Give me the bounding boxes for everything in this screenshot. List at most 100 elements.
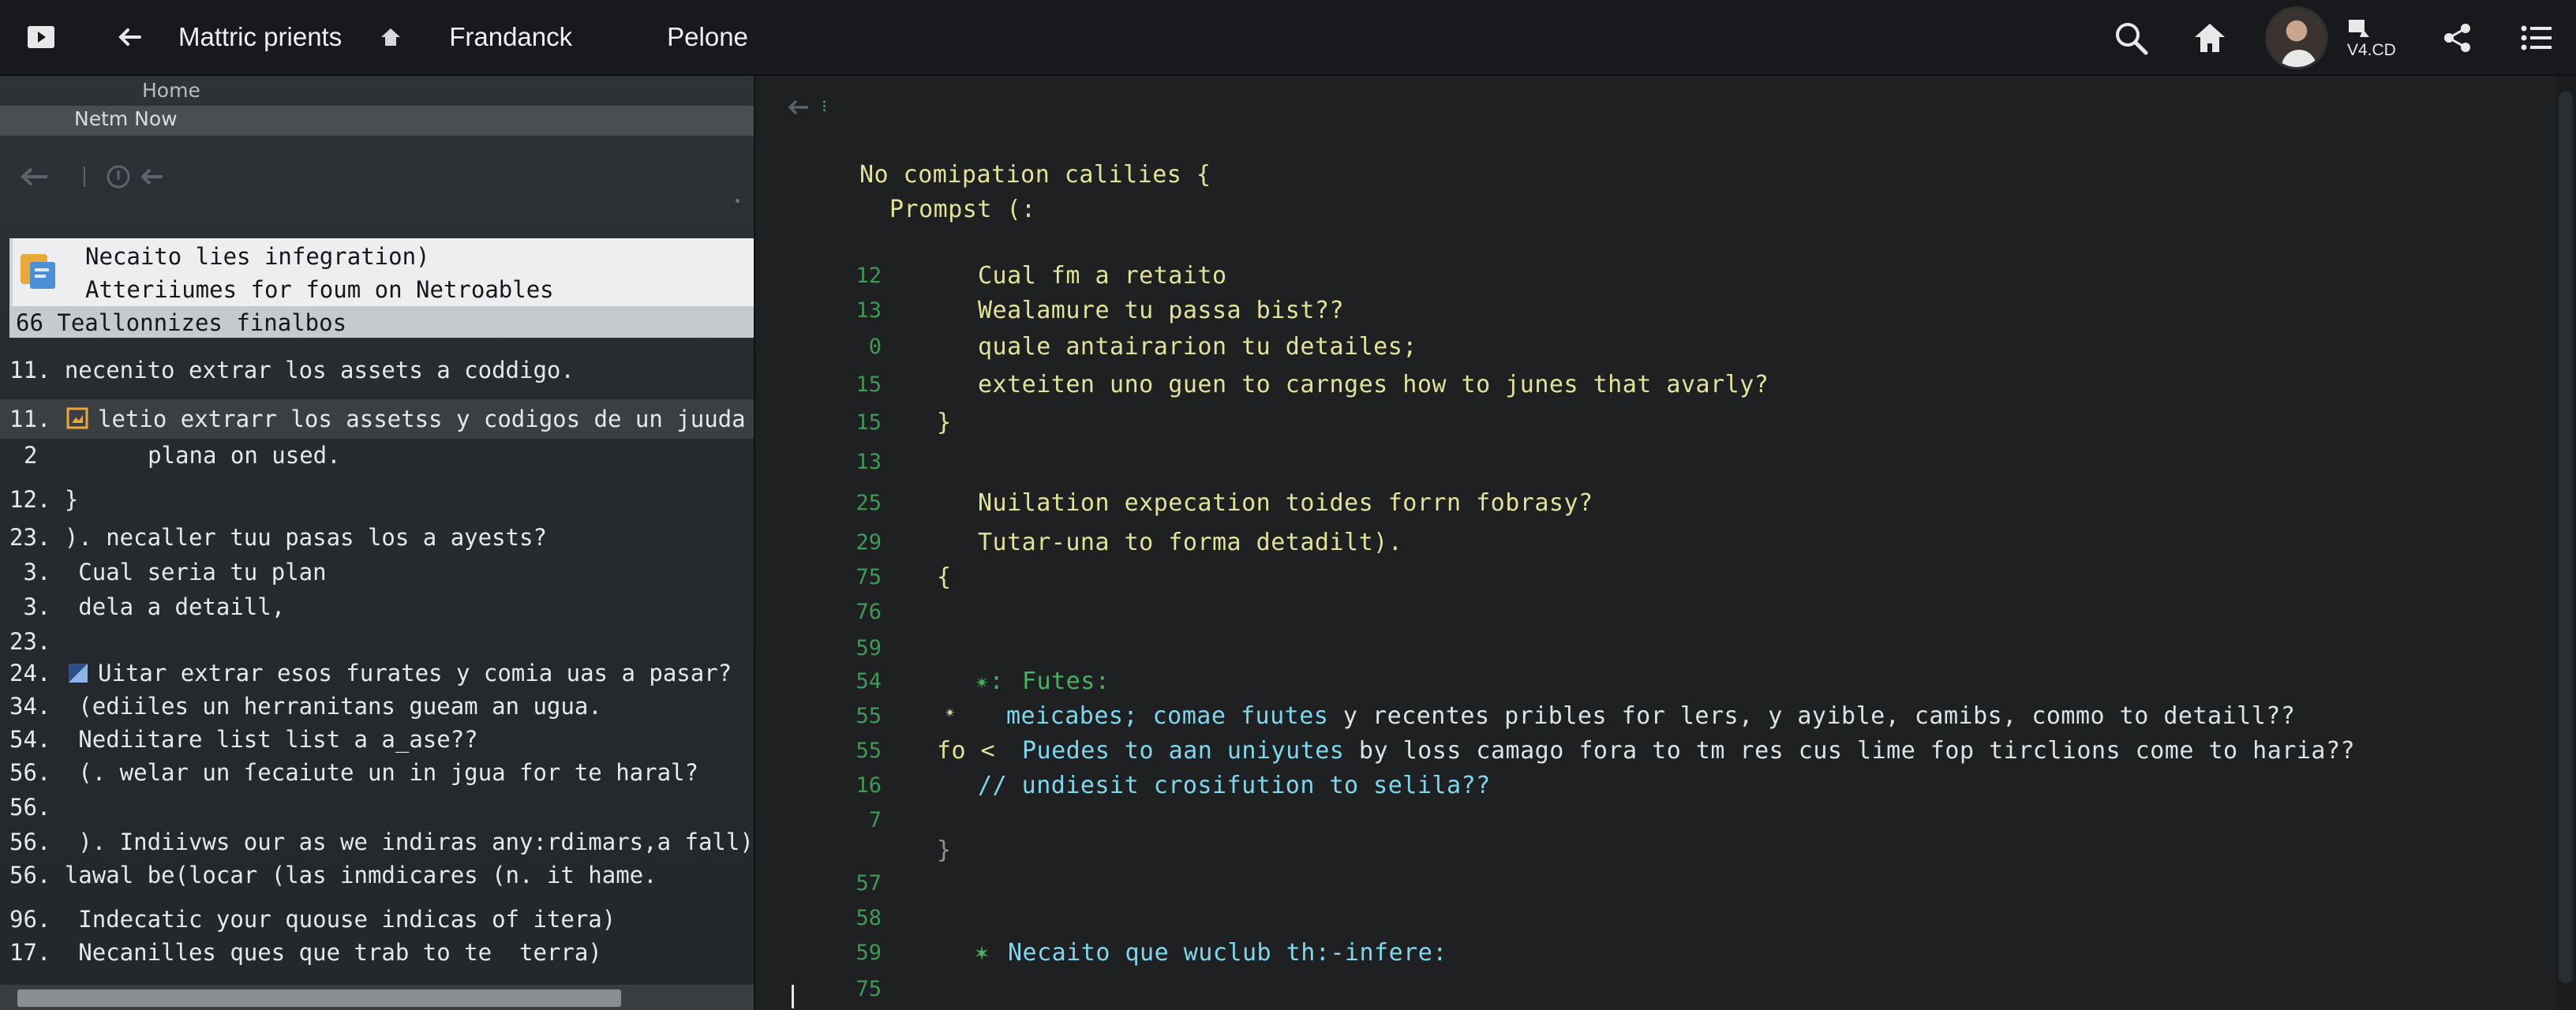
line-number: 55: [856, 704, 882, 728]
code-line: meicabes; comae fuutes y recentes prible…: [1006, 702, 2295, 730]
list-line[interactable]: 56. lawal be(locar (las inmdicares (n. i…: [9, 862, 657, 888]
list-line-number: 11.: [9, 406, 51, 432]
play-square-icon[interactable]: [21, 17, 62, 58]
avatar[interactable]: [2265, 6, 2328, 69]
code-token: by loss camago fora to tm res cus lime f…: [1344, 737, 2356, 765]
scroll-indicator: [736, 199, 739, 203]
line-number: 75: [856, 565, 882, 589]
list-line[interactable]: 56.: [9, 794, 51, 821]
line-number: 57: [856, 871, 882, 896]
tab-pelone[interactable]: Pelone: [667, 22, 748, 52]
selected-title: Necaito lies infegration): [85, 243, 430, 270]
file-icon: [21, 254, 55, 289]
line-number: 25: [856, 491, 882, 515]
line-number: 59: [856, 636, 882, 660]
device-icon: [2349, 19, 2369, 37]
scrollbar-thumb[interactable]: [17, 989, 621, 1007]
line-number: 16: [856, 773, 882, 798]
list-icon[interactable]: [2513, 14, 2560, 62]
top-bar: Mattric prients Frandanck Pelone V4.CD: [0, 0, 2576, 76]
code-line: {: [937, 563, 952, 591]
nav-divider: [84, 166, 85, 187]
line-number: 7: [868, 808, 882, 832]
home-icon[interactable]: [2186, 14, 2233, 62]
line-number: 55: [856, 739, 882, 763]
left-nav: [19, 164, 166, 189]
line-number: 13: [856, 450, 882, 474]
list-line[interactable]: Uitar extrar esos furates y comia uas a …: [98, 660, 732, 686]
code-line: }: [937, 836, 952, 864]
app-title: Mattric prients: [178, 22, 343, 51]
code-token: y recentes pribles for lers, y ayible, c…: [1328, 702, 2296, 730]
line-number: 0: [868, 335, 882, 359]
version-label: V4.CD: [2347, 40, 2396, 59]
list-line[interactable]: 3. dela a detaill,: [9, 593, 285, 620]
code-line-prefix: ✴: [945, 702, 956, 722]
code-line: Tutar-una to forma detadilt).: [978, 529, 1403, 556]
code-line-prefix: fo <: [937, 737, 996, 765]
line-number: 58: [856, 906, 882, 930]
line-number: 75: [856, 977, 882, 1001]
tab-frandanck[interactable]: Frandanck: [449, 22, 572, 52]
list-line[interactable]: 23.: [9, 628, 51, 655]
list-line[interactable]: 56. ). Indiivws our as we indiras any:rd…: [9, 829, 754, 855]
code-editor[interactable]: ⁝ No comipation calilies { Prompst (: 12…: [755, 76, 2576, 1010]
list-line[interactable]: 12. }: [9, 486, 78, 513]
vertical-dots-icon[interactable]: ⁝: [822, 99, 827, 116]
code-line: Nuilation expecation toides forrn fobras…: [978, 489, 1593, 517]
line-number: 59: [856, 941, 882, 965]
line-number: 13: [856, 298, 882, 323]
scrollbar-thumb[interactable]: [2559, 92, 2573, 983]
code-line: quale antairarion tu detailes;: [978, 333, 1417, 361]
list-line[interactable]: 2 plana on used.: [24, 442, 341, 469]
code-line: // undiesit crosifution to selila??: [978, 772, 1491, 799]
code-line: Prompst (:: [889, 196, 1036, 223]
line-number: 15: [856, 372, 882, 397]
breadcrumb-home[interactable]: Home: [142, 79, 200, 102]
list-line[interactable]: 23. ). necaller tuu pasas los a ayests?: [9, 524, 547, 551]
list-line[interactable]: 11. necenito extrar los assets a coddigo…: [9, 357, 575, 383]
text-cursor: [792, 985, 794, 1008]
code-line: Necaito que wuclub th:-infere:: [1008, 939, 1447, 967]
code-line: Cual fm a retaito: [978, 262, 1227, 290]
device-version[interactable]: V4.CD: [2347, 18, 2402, 58]
code-line: Wealamure tu passa bist??: [978, 297, 1345, 324]
code-line: exteiten uno guen to carnges how to june…: [978, 371, 1769, 398]
code-token: meicabes; comae fuutes: [1006, 702, 1329, 730]
share-icon[interactable]: [2434, 14, 2481, 62]
info-icon[interactable]: [106, 164, 131, 189]
list-line[interactable]: 96. Indecatic your quouse indicas of ite…: [9, 906, 616, 933]
code-line-prefix: ✶: [975, 939, 990, 967]
list-line[interactable]: 17. Necanilles ques que trab to te terra…: [9, 939, 602, 966]
selected-subtitle: Atteriiumes for foum on Netroables: [85, 276, 554, 303]
line-number: 54: [856, 669, 882, 694]
code-line: }: [937, 409, 952, 436]
code-line-prefix: ✴:: [975, 668, 1005, 695]
search-icon[interactable]: [2107, 14, 2155, 62]
line-number: 12: [856, 264, 882, 288]
line-number: 76: [856, 600, 882, 624]
list-line-number: 24.: [9, 660, 51, 686]
image-icon: [69, 664, 88, 683]
line-number: 15: [856, 410, 882, 435]
list-line[interactable]: letio extrarr los assetss y codigos de u…: [98, 406, 746, 432]
line-number: 29: [856, 530, 882, 555]
home-icon[interactable]: [375, 21, 406, 53]
code-line: Puedes to aan uniyutes by loss camago fo…: [1022, 737, 2355, 765]
editor-nav: ⁝: [787, 98, 827, 117]
list-line[interactable]: 3. Cual seria tu plan: [9, 559, 326, 585]
arrow-left-icon[interactable]: [110, 18, 148, 56]
list-line[interactable]: 54. Nediitare list list a a_ase??: [9, 726, 478, 753]
arrow-left-icon[interactable]: [787, 98, 811, 117]
selected-row-text: 66 Teallonnizes finalbos: [16, 309, 347, 336]
arrow-left-icon[interactable]: [139, 166, 166, 188]
image-file-icon: [66, 407, 88, 429]
left-panel: Home Netm Now Necaito lies infegration) …: [0, 76, 754, 1010]
list-line[interactable]: 34. (ediiles un herranitans gueam an ugu…: [9, 693, 602, 720]
code-line: Futes:: [1022, 668, 1110, 695]
list-line[interactable]: 56. (. welar un ſecaiute un in jgua for …: [9, 759, 698, 786]
code-line: No comipation calilies {: [859, 161, 1211, 189]
code-token: Puedes to aan uniyutes: [1022, 737, 1345, 765]
breadcrumb-current[interactable]: Netm Now: [74, 107, 178, 130]
arrow-left-icon[interactable]: [19, 166, 51, 188]
